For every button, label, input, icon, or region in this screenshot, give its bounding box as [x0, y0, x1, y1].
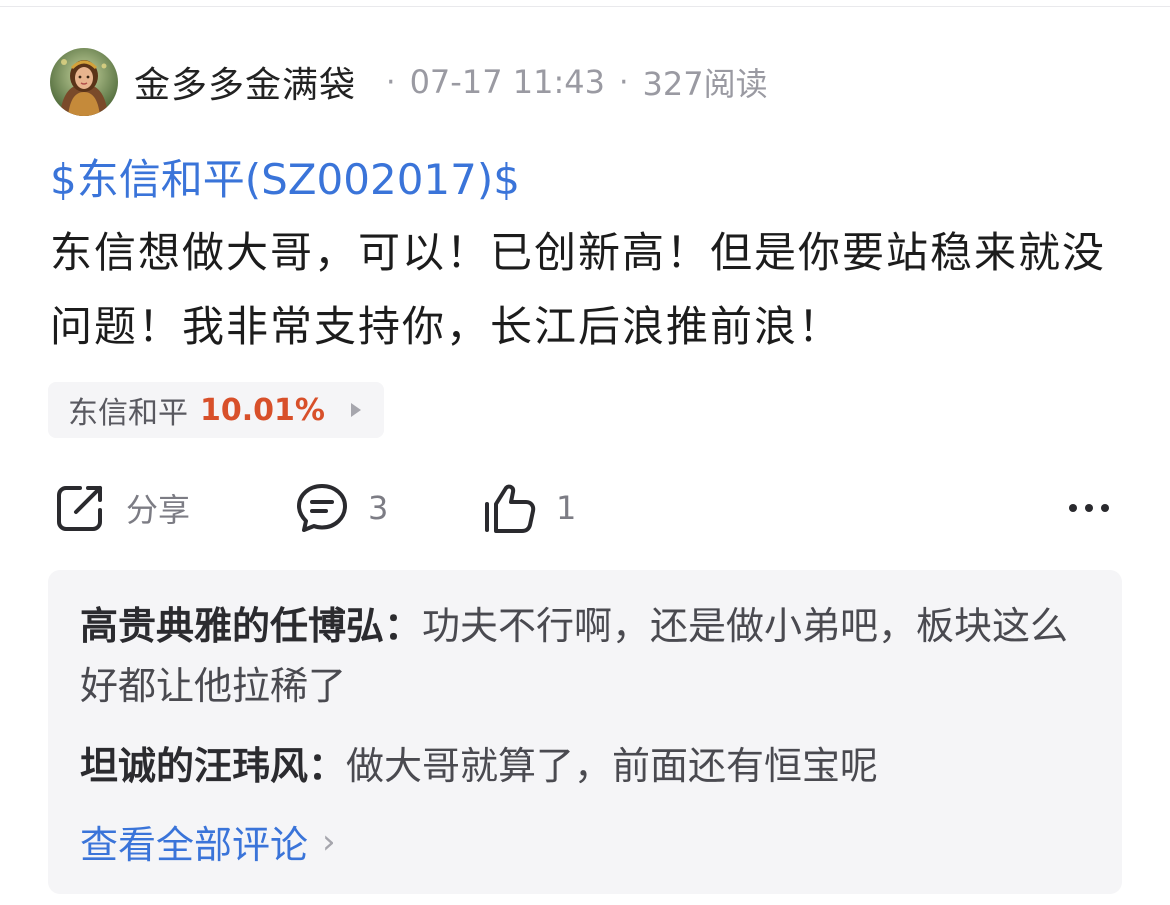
avatar-image [50, 48, 118, 116]
read-count: 327阅读 [642, 65, 768, 103]
more-button[interactable] [1066, 490, 1112, 526]
author-name[interactable]: 金多多金满袋 [134, 56, 356, 108]
share-label: 分享 [126, 491, 191, 529]
like-count: 1 [556, 489, 577, 527]
post-meta: · 07-17 11:43 · 327阅读 [372, 59, 768, 105]
stock-quote-chip[interactable]: 东信和平 10.01% [48, 382, 384, 438]
comment-item[interactable]: 高贵典雅的任博弘：功夫不行啊，还是做小弟吧，板块这么好都让他拉稀了 [80, 596, 1100, 716]
comment-count: 3 [368, 489, 389, 527]
comment-icon [297, 484, 347, 532]
comments-preview: 高贵典雅的任博弘：功夫不行啊，还是做小弟吧，板块这么好都让他拉稀了 坦诚的汪玮风… [48, 570, 1122, 894]
view-all-comments-link[interactable]: 查看全部评论 › [80, 814, 336, 869]
comment-user[interactable]: 高贵典雅的任博弘： [80, 604, 422, 648]
quote-change: 10.01% [200, 392, 325, 428]
meta-separator: · [386, 64, 396, 100]
more-icon [1069, 504, 1109, 512]
top-divider [0, 6, 1170, 7]
comment-user[interactable]: 坦诚的汪玮风： [80, 744, 346, 788]
post-header: 金多多金满袋 · 07-17 11:43 · 327阅读 [50, 48, 768, 116]
avatar[interactable] [50, 48, 118, 116]
post-date: 07-17 11:43 [409, 63, 605, 101]
like-button[interactable]: 1 [482, 478, 576, 538]
stock-tag-link[interactable]: $东信和平(SZ002017)$ [50, 146, 520, 207]
share-button[interactable]: 分享 [52, 478, 190, 538]
quote-stock-name: 东信和平 [68, 396, 188, 431]
meta-separator: · [618, 64, 629, 100]
comment-item[interactable]: 坦诚的汪玮风：做大哥就算了，前面还有恒宝呢 [80, 736, 1100, 796]
post-content: 东信想做大哥，可以！已创新高！但是你要站稳来就没问题！我非常支持你，长江后浪推前… [50, 228, 1107, 351]
comment-button[interactable]: 3 [294, 478, 388, 538]
thumbs-up-icon [485, 484, 536, 533]
comment-text: 做大哥就算了，前面还有恒宝呢 [346, 744, 879, 788]
play-arrow-icon [350, 403, 361, 417]
view-all-label: 查看全部评论 [80, 823, 309, 867]
share-icon [57, 486, 102, 531]
chevron-right-icon: › [322, 821, 336, 862]
